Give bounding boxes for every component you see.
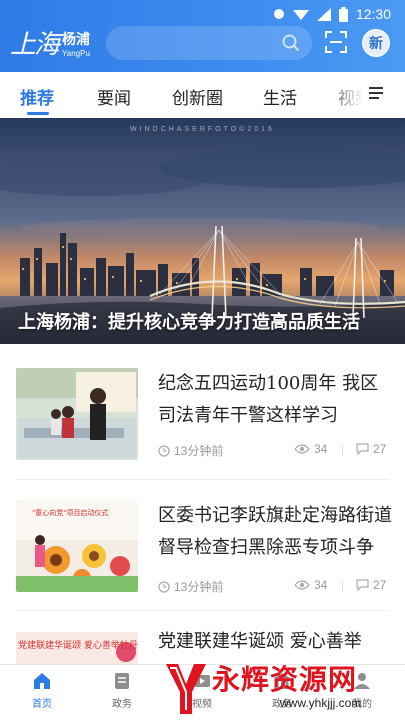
news-comments[interactable]: 27	[356, 442, 386, 456]
clock-icon	[158, 580, 170, 593]
news-item[interactable]: "童心向党"项目启动仪式 区委书记李跃旗赴定海路街道督导检查扫黑除恶专项斗争 1…	[0, 480, 405, 611]
tab-headlines[interactable]: 要闻	[97, 84, 131, 109]
battery-icon	[338, 6, 348, 22]
photo-watermark: WINDCHASERFOTO©2016	[130, 126, 275, 133]
meta-separator	[342, 581, 343, 592]
status-time: 12:30	[355, 6, 391, 22]
comment-icon	[356, 579, 369, 591]
watermark-text: 永辉资源网	[212, 663, 358, 696]
news-meta: 13分钟前 34 27	[158, 578, 390, 596]
hero-title: 上海杨浦：提升核心竞争力打造高品质生活	[18, 312, 360, 333]
news-time-text: 13分钟前	[174, 444, 224, 458]
watermark-logo	[166, 664, 206, 714]
comment-icon	[356, 443, 369, 455]
news-views-count: 34	[314, 578, 328, 592]
clock-icon	[158, 444, 170, 457]
tab-innovation[interactable]: 创新圈	[172, 84, 223, 109]
hero-banner[interactable]: WINDCHASERFOTO©2016 上海杨浦：提升核心竞争力打造高品质生活	[0, 118, 405, 344]
search-input[interactable]	[106, 26, 312, 60]
meta-separator	[342, 445, 343, 456]
news-views: 34	[294, 578, 327, 592]
menu-icon[interactable]	[368, 85, 384, 101]
document-icon	[115, 673, 129, 689]
status-bar: 12:30	[0, 0, 405, 28]
nav-home-label: 首页	[32, 699, 52, 710]
news-views: 34	[294, 442, 327, 456]
home-icon	[34, 673, 50, 689]
tab-recommend[interactable]: 推荐	[20, 84, 54, 109]
thumb-banner-text: "童心向党"项目启动仪式	[32, 509, 109, 517]
cellular-icon	[316, 7, 331, 21]
site-watermark: 永辉资源网 www.yhkjjj.com	[162, 656, 405, 720]
thumb-banner-text: 党建联建华诞颂 爱心善举牡丹	[18, 641, 138, 651]
news-views-count: 34	[314, 442, 328, 456]
news-title: 纪念五四运动100周年 我区司法青年干警这样学习	[158, 373, 379, 426]
logo-script: 上海	[10, 30, 60, 60]
news-time-text: 13分钟前	[174, 580, 224, 594]
active-tab-indicator	[27, 112, 49, 115]
eye-icon	[294, 580, 310, 590]
logo-district: 杨浦	[62, 31, 91, 48]
news-comments-count: 27	[373, 578, 387, 592]
news-title: 区委书记李跃旗赴定海路街道督导检查扫黑除恶专项斗争	[158, 505, 392, 558]
avatar-text: 新	[369, 36, 383, 52]
app-logo[interactable]: 上海 杨浦 YangPu	[10, 28, 90, 62]
app-header: 12:30 上海 杨浦 YangPu 新	[0, 0, 405, 72]
tab-fade	[322, 72, 374, 118]
news-thumbnail: 党建联建华诞颂 爱心善举牡丹	[16, 632, 138, 664]
scan-icon[interactable]	[325, 31, 347, 53]
nav-affairs-label: 政务	[112, 699, 132, 710]
search-icon	[282, 34, 300, 52]
news-item[interactable]: 纪念五四运动100周年 我区司法青年干警这样学习 13分钟前 34 27	[0, 344, 405, 480]
news-thumbnail	[16, 368, 138, 460]
nav-affairs[interactable]: 政务	[92, 671, 152, 710]
logo-pinyin: YangPu	[62, 48, 90, 58]
news-time: 13分钟前	[158, 578, 223, 595]
signal-dot-icon	[273, 9, 284, 19]
avatar[interactable]: 新	[362, 29, 390, 57]
wifi-icon	[292, 9, 309, 20]
tab-life[interactable]: 生活	[263, 84, 297, 109]
news-meta: 13分钟前 34 27	[158, 442, 390, 460]
channel-tabs: 推荐 要闻 创新圈 生活 视频	[0, 72, 405, 118]
eye-icon	[294, 444, 310, 454]
news-thumbnail: "童心向党"项目启动仪式	[16, 500, 138, 592]
news-comments-count: 27	[373, 442, 387, 456]
nav-home[interactable]: 首页	[12, 671, 72, 710]
news-comments[interactable]: 27	[356, 578, 386, 592]
watermark-url: www.yhkjjj.com	[280, 696, 362, 710]
news-time: 13分钟前	[158, 442, 223, 459]
